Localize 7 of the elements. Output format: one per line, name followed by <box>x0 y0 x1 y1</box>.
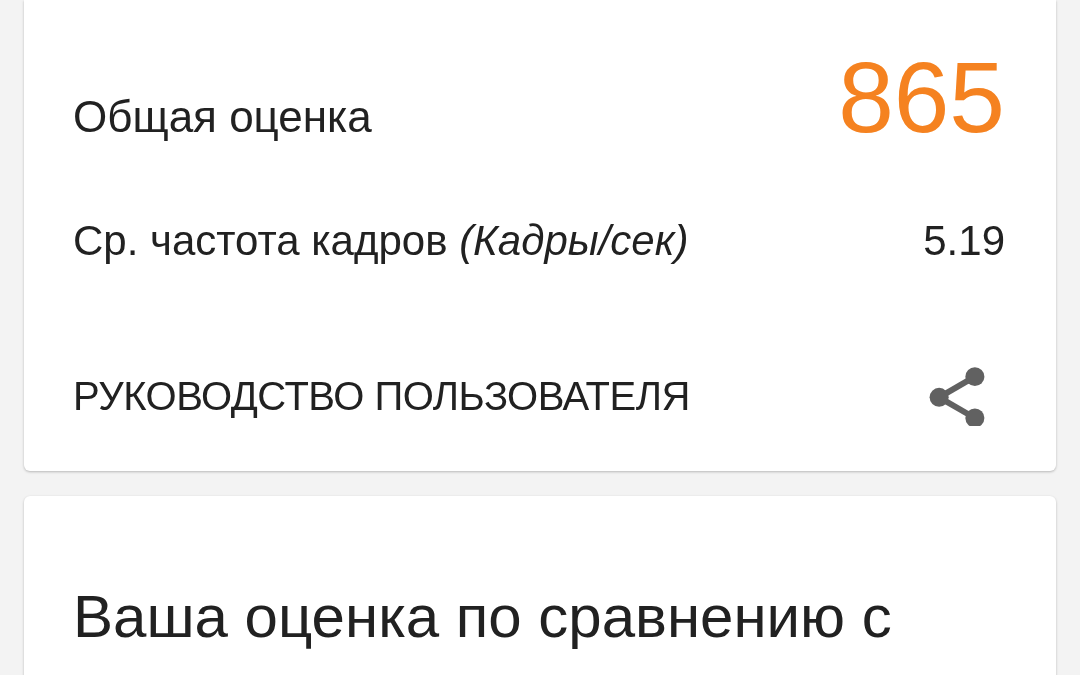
share-icon[interactable] <box>929 366 985 427</box>
overall-score-value: 865 <box>838 47 1005 147</box>
comparison-title: Ваша оценка по сравнению с <box>73 583 892 650</box>
user-guide-link[interactable]: РУКОВОДСТВО ПОЛЬЗОВАТЕЛЯ <box>73 372 690 421</box>
average-fps-label: Ср. частота кадров (Кадры/сек) <box>73 216 689 266</box>
average-fps-value: 5.19 <box>923 216 1005 266</box>
overall-score-label: Общая оценка <box>73 95 372 139</box>
